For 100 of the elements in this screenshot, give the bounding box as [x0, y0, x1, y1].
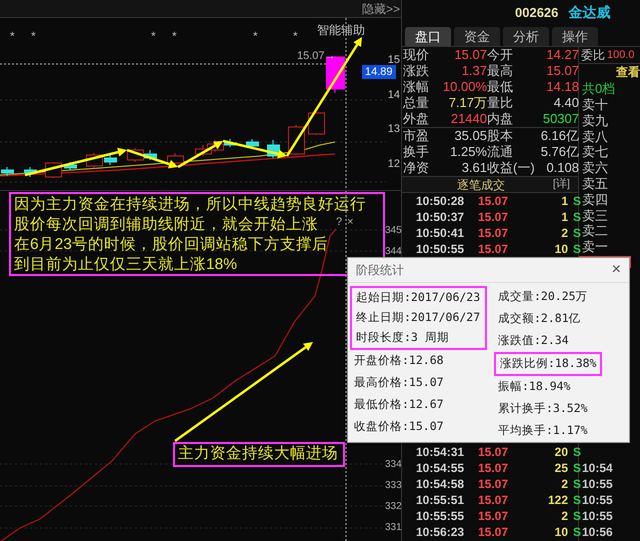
quote-value: 14.18	[545, 79, 579, 95]
trade-volume: 10	[554, 241, 568, 257]
quote-value: 5.76亿	[540, 144, 579, 160]
trade-volume: 2	[560, 225, 568, 241]
stat-text: 涨跌比例:18.38%	[499, 355, 596, 372]
order-level: 卖九	[581, 112, 609, 129]
stat-text: 平均换手:1.17%	[497, 422, 588, 440]
stat-text: 起始日期:2017/06/23	[355, 289, 481, 306]
quote-value: 50307	[542, 111, 579, 127]
trade-price: 15.07	[478, 492, 510, 508]
order-time: 10:56	[581, 524, 614, 540]
quote-value: 10.00%	[442, 79, 487, 95]
ratio-value: 100.0	[607, 48, 635, 63]
annotation-text: 到目前为止仅仅三天就上涨18%	[14, 255, 238, 275]
stat-text: 收盘价格:15.07	[353, 418, 444, 436]
quote-label: 最高	[487, 63, 514, 79]
signal-mark: *	[172, 30, 177, 42]
indicator-label: 智能辅助	[317, 22, 365, 39]
candle	[1, 166, 14, 176]
trade-side: S	[572, 444, 582, 460]
stat-text: 时段长度:3 周期	[355, 329, 450, 346]
stat-text: 最高价格:15.07	[353, 374, 444, 392]
order-level: 卖二	[581, 223, 609, 240]
tab[interactable]: 分析	[503, 27, 549, 46]
signal-mark: *	[10, 30, 15, 42]
annotation-text: 股价每次回调到辅助线附近，就会开始上涨	[14, 215, 318, 235]
trade-side: S	[572, 193, 582, 209]
trade-time: 10:54:55	[416, 460, 466, 476]
tab[interactable]: 盘口	[405, 27, 451, 46]
quote-label: 总量	[403, 95, 430, 111]
indicator-control[interactable]: ?	[336, 217, 342, 228]
trade-time: 10:50:28	[416, 193, 466, 209]
quote-label: 股本	[487, 128, 514, 144]
quote-value: 0.108	[545, 160, 579, 176]
quote-label: 现价	[403, 47, 430, 63]
stock-name: 金达威	[568, 3, 610, 22]
trade-price: 15.07	[478, 476, 510, 492]
quote-value: 3.61	[460, 160, 487, 176]
annotation-text: 主力资金持续大幅进场	[178, 444, 338, 464]
axis-label: 344	[385, 245, 401, 259]
indicator-control[interactable]: ×	[347, 217, 354, 228]
quote-value: 35.05	[453, 128, 487, 144]
tab[interactable]: 资金	[454, 27, 500, 46]
trade-time: 10:55:55	[416, 508, 466, 524]
quote-label: 涨幅	[403, 79, 430, 95]
annotation-text: 因为主力资金在持续进场，所以中线趋势良好运行	[14, 195, 366, 215]
quote-label: 内盘	[487, 111, 514, 127]
signal-mark: *	[293, 30, 298, 42]
quote-value: 6.16亿	[540, 128, 579, 144]
signal-mark: *	[253, 30, 258, 42]
order-time: 10:54	[581, 460, 614, 476]
axis-label: 332	[385, 500, 401, 514]
trade-time: 10:50:41	[416, 225, 466, 241]
stat-text: 终止日期:2017/06/27	[355, 309, 481, 326]
order-time: 10:55	[581, 508, 614, 524]
view-button[interactable]: 查看	[616, 64, 640, 80]
close-button[interactable]: ×	[612, 262, 621, 278]
trade-volume: 122	[546, 492, 568, 508]
trade-volume: 10	[554, 524, 568, 540]
stat-text: 最低价格:12.67	[353, 396, 444, 414]
quote-label: 外盘	[403, 111, 430, 127]
trade-time: 10:55:51	[416, 492, 466, 508]
quote-label: 量比	[487, 95, 514, 111]
trade-price: 15.07	[478, 241, 510, 257]
axis-label: 13	[386, 122, 401, 137]
quote-value: 1.25%	[449, 144, 487, 160]
trade-volume: 1	[560, 209, 568, 225]
stat-text: 涨跌值:2.34	[497, 332, 569, 350]
detail-button[interactable]: [详]	[552, 176, 570, 193]
annotation-text: 在6月23号的时候，股价回调站稳下方支撑后	[14, 235, 328, 255]
dialog-title: 阶段统计	[356, 262, 404, 279]
quote-label: 净资	[403, 160, 430, 176]
axis-label: 331	[385, 521, 401, 535]
order-level: 卖十	[581, 97, 609, 113]
signal-mark: *	[31, 30, 36, 42]
quote-label: 换手	[403, 144, 430, 160]
stat-text: 累计换手:3.52%	[497, 400, 588, 418]
trade-price: 15.07	[478, 444, 510, 460]
trade-volume: 20	[554, 444, 568, 460]
quote-label: 最低	[487, 79, 514, 95]
trade-price: 15.07	[478, 508, 510, 524]
order-level: 卖三	[581, 208, 609, 224]
order-level: 卖六	[581, 160, 609, 176]
price-tag: 14.89	[362, 65, 396, 79]
stat-text: 成交额:2.81亿	[497, 310, 581, 328]
candle	[24, 166, 37, 178]
axis-label: 14	[386, 88, 401, 102]
trade-time: 10:50:55	[416, 241, 466, 257]
tab[interactable]: 操作	[552, 27, 598, 46]
trade-volume: 2	[560, 508, 568, 524]
trade-time: 10:56:23	[416, 524, 466, 540]
trade-price: 15.07	[478, 193, 510, 209]
candle	[246, 138, 259, 148]
trades-title: 逐笔成交	[457, 176, 505, 194]
quote-label: 收益(一)	[487, 160, 535, 176]
quote-label: 涨跌	[403, 63, 430, 79]
trade-side: S	[572, 241, 582, 257]
ratio-label: 委比	[581, 47, 605, 64]
trade-time: 10:50:37	[416, 209, 466, 225]
hide-button[interactable]: 隐藏>>	[362, 2, 401, 14]
